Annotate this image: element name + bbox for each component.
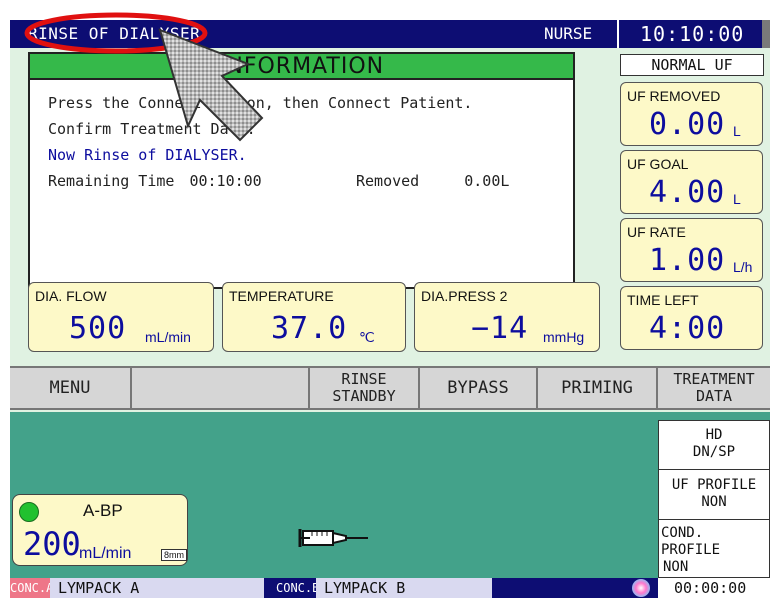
topbar-end-block (762, 20, 770, 48)
uf-profile-2: NON (701, 494, 727, 510)
uf-goal-box[interactable]: UF GOAL 4.00 L (620, 150, 763, 214)
temperature-box[interactable]: TEMPERATURE 37.0 ℃ (222, 282, 406, 352)
user-role: NURSE (544, 24, 593, 43)
information-panel: INFORMATION Press the Connect Button, th… (28, 52, 575, 289)
uf-rate-label: UF RATE (627, 224, 686, 240)
uf-mode-indicator: NORMAL UF (620, 54, 764, 76)
therapy-mode-2: DN/SP (692, 444, 736, 460)
time-left-value: 4:00 (649, 311, 726, 346)
abp-value: 200 (23, 525, 81, 563)
information-header: INFORMATION (30, 54, 573, 80)
uf-removed-unit: L (733, 123, 741, 139)
bypass-button[interactable]: BYPASS (420, 368, 538, 408)
cond-profile-2: NON (663, 559, 689, 575)
temperature-unit: ℃ (359, 329, 375, 345)
treatment-data-label-1: TREATMENT (673, 370, 755, 388)
conc-a-value: LYMPACK A (50, 578, 264, 598)
therapy-mode-1: HD (705, 427, 723, 443)
tube-size-badge: 8mm (161, 549, 187, 561)
clock: 10:10:00 (640, 22, 745, 46)
remaining-label: Remaining Time (48, 172, 175, 190)
uf-profile-1: UF PROFILE (671, 477, 757, 493)
syringe-icon (298, 529, 368, 547)
dia-press-label: DIA.PRESS 2 (421, 288, 508, 304)
rinse-standby-button[interactable]: RINSE STANDBY (310, 368, 420, 408)
status-dot-icon (19, 502, 39, 522)
temperature-value: 37.0 (271, 311, 348, 346)
dia-press-box[interactable]: DIA.PRESS 2 −14 mmHg (414, 282, 600, 352)
button-bar-spacer (132, 368, 310, 408)
dia-flow-box[interactable]: DIA. FLOW 500 mL/min (28, 282, 214, 352)
time-left-label: TIME LEFT (627, 292, 699, 308)
topbar-divider (617, 20, 619, 48)
uf-removed-value: 0.00 (649, 107, 726, 142)
remaining-value: 00:10:00 (189, 172, 262, 190)
treatment-data-label-2: DATA (695, 387, 733, 405)
large-arrow-cursor-icon (158, 28, 264, 142)
dia-flow-value: 500 (69, 311, 127, 346)
menu-button[interactable]: MENU (10, 368, 132, 408)
dia-press-unit: mmHg (543, 329, 585, 345)
panel-divider (659, 469, 769, 470)
cond-profile: COND. PROFILE NON (659, 525, 769, 576)
uf-rate-value: 1.00 (649, 243, 726, 278)
arterial-blood-pump-box[interactable]: A-BP 200 mL/min 8mm (12, 494, 188, 566)
cond-profile-1: COND. PROFILE (661, 525, 721, 558)
time-left-box[interactable]: TIME LEFT 4:00 (620, 286, 763, 350)
uf-removed-box[interactable]: UF REMOVED 0.00 L (620, 82, 763, 146)
conc-b-value: LYMPACK B (316, 578, 492, 598)
concentrate-status-bar: CONC.A LYMPACK A CONC.B LYMPACK B 00:00:… (10, 578, 770, 598)
uf-goal-label: UF GOAL (627, 156, 689, 172)
abp-unit: mL/min (79, 545, 132, 562)
priming-button[interactable]: PRIMING (538, 368, 658, 408)
therapy-mode: HD DN/SP (659, 427, 769, 461)
conc-a-label: CONC.A (10, 578, 53, 598)
uf-rate-box[interactable]: UF RATE 1.00 L/h (620, 218, 763, 282)
dialysis-screen: RINSE OF DIALYSER NURSE 10:10:00 NORMAL … (10, 20, 770, 598)
uf-goal-value: 4.00 (649, 175, 726, 210)
removed-value: 0.00L (464, 172, 510, 190)
rinse-standby-label-1: RINSE (341, 370, 387, 388)
removed-label: Removed (356, 172, 420, 190)
info-remaining: Remaining Time 00:10:00 (48, 172, 262, 190)
elapsed-time: 00:00:00 (658, 578, 770, 598)
dia-flow-unit: mL/min (145, 329, 191, 345)
treatment-data-button[interactable]: TREATMENT DATA (658, 368, 770, 408)
uf-goal-unit: L (733, 191, 741, 207)
function-button-bar: MENU RINSE STANDBY BYPASS PRIMING TREATM… (10, 366, 770, 410)
therapy-profile-panel[interactable]: HD DN/SP UF PROFILE NON COND. PROFILE NO… (658, 420, 770, 578)
conc-b-label: CONC.B (276, 578, 319, 598)
uf-removed-label: UF REMOVED (627, 88, 721, 104)
info-removed: Removed 0.00L (356, 172, 509, 190)
dia-press-value: −14 (471, 311, 529, 346)
abp-label: A-BP (83, 501, 123, 520)
gradient-icon (632, 579, 650, 597)
uf-profile: UF PROFILE NON (659, 477, 769, 511)
uf-rate-unit: L/h (733, 259, 753, 275)
dia-flow-label: DIA. FLOW (35, 288, 107, 304)
panel-divider (659, 519, 769, 520)
temperature-label: TEMPERATURE (229, 288, 334, 304)
rinse-standby-label-2: STANDBY (332, 387, 396, 405)
